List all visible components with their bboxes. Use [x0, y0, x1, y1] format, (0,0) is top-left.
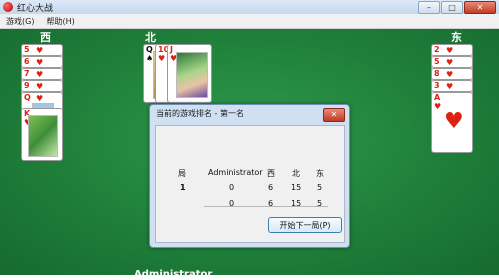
- heart-icon: ♥: [158, 54, 166, 63]
- king-face-art: [28, 115, 58, 157]
- total-cell: 5: [317, 199, 323, 208]
- header-round: 局: [178, 169, 186, 178]
- heart-icon: ♥: [446, 46, 454, 55]
- total-cell: 6: [268, 199, 274, 208]
- playing-card[interactable]: 7 ♥: [21, 68, 63, 80]
- minimize-button[interactable]: –: [418, 1, 440, 14]
- dialog-close-button[interactable]: ✕: [323, 108, 345, 122]
- seat-label-east: 东: [451, 31, 462, 44]
- total-cell: 15: [291, 199, 302, 208]
- heart-icon: ♥: [36, 70, 44, 79]
- east-card-stack: 2 ♥ 5 ♥ 8 ♥ 3 ♥ A ♥ ♥: [431, 44, 473, 153]
- menu-bar: 游戏(G) 帮助(H): [0, 14, 499, 29]
- score-cell: 6: [268, 183, 274, 192]
- heart-icon: ♥: [36, 46, 44, 55]
- playing-card[interactable]: 5 ♥: [21, 44, 63, 56]
- hearts-window: 红心大战 – □ ✕ 游戏(G) 帮助(H) 西 北 东 5 ♥ 6 ♥ 7 ♥: [0, 0, 499, 280]
- header-west: 西: [267, 169, 275, 178]
- header-east: 东: [316, 169, 324, 178]
- menu-game[interactable]: 游戏(G): [6, 16, 34, 27]
- playing-card[interactable]: J ♥: [167, 44, 212, 103]
- heart-icon: ♥: [36, 58, 44, 67]
- west-card-stack: 5 ♥ 6 ♥ 7 ♥ 9 ♥ Q ♥ K ♥: [21, 44, 63, 161]
- score-cell: 15: [291, 183, 302, 192]
- score-dialog: 当前的游戏排名 - 第一名 ✕ 局 Administrator 西 北 东 1 …: [149, 104, 350, 248]
- playing-card[interactable]: 6 ♥: [21, 56, 63, 68]
- heart-icon: ♥: [36, 94, 44, 103]
- total-cell: 0: [229, 199, 235, 208]
- playing-card[interactable]: 5 ♥: [431, 56, 473, 68]
- total-divider: [204, 206, 328, 207]
- hearts-app-icon: [3, 2, 13, 12]
- start-next-round-button[interactable]: 开始下一局(P): [268, 217, 342, 233]
- playing-card[interactable]: 3 ♥: [431, 80, 473, 92]
- window-title: 红心大战: [17, 3, 54, 14]
- dialog-body: 局 Administrator 西 北 东 1 0 6 15 5 0 6 15 …: [155, 125, 345, 243]
- round-number: 1: [180, 183, 186, 192]
- score-cell: 5: [317, 183, 323, 192]
- heart-icon: ♥: [434, 102, 442, 111]
- close-button[interactable]: ✕: [464, 1, 496, 14]
- playing-card[interactable]: 2 ♥: [431, 44, 473, 56]
- header-north: 北: [292, 169, 300, 178]
- heart-icon: ♥: [444, 109, 464, 134]
- playing-card[interactable]: 8 ♥: [431, 68, 473, 80]
- north-card-stack: Q ♠ 10 ♥ J ♥: [143, 44, 212, 103]
- heart-icon: ♥: [446, 70, 454, 79]
- menu-help[interactable]: 帮助(H): [46, 16, 74, 27]
- jack-face-art: [176, 52, 208, 98]
- header-administrator: Administrator: [208, 168, 263, 177]
- maximize-button[interactable]: □: [441, 1, 463, 14]
- score-cell: 0: [229, 183, 235, 192]
- dialog-title: 当前的游戏排名 - 第一名: [156, 109, 244, 118]
- playing-card[interactable]: A ♥ ♥: [431, 92, 473, 153]
- playing-card[interactable]: 9 ♥: [21, 80, 63, 92]
- heart-icon: ♥: [446, 58, 454, 67]
- heart-icon: ♥: [36, 82, 44, 91]
- playing-card[interactable]: K ♥: [21, 108, 63, 161]
- heart-icon: ♥: [446, 82, 454, 91]
- seat-label-north: 北: [145, 31, 156, 44]
- title-bar[interactable]: 红心大战 – □ ✕: [0, 0, 499, 14]
- seat-label-west: 西: [40, 31, 51, 44]
